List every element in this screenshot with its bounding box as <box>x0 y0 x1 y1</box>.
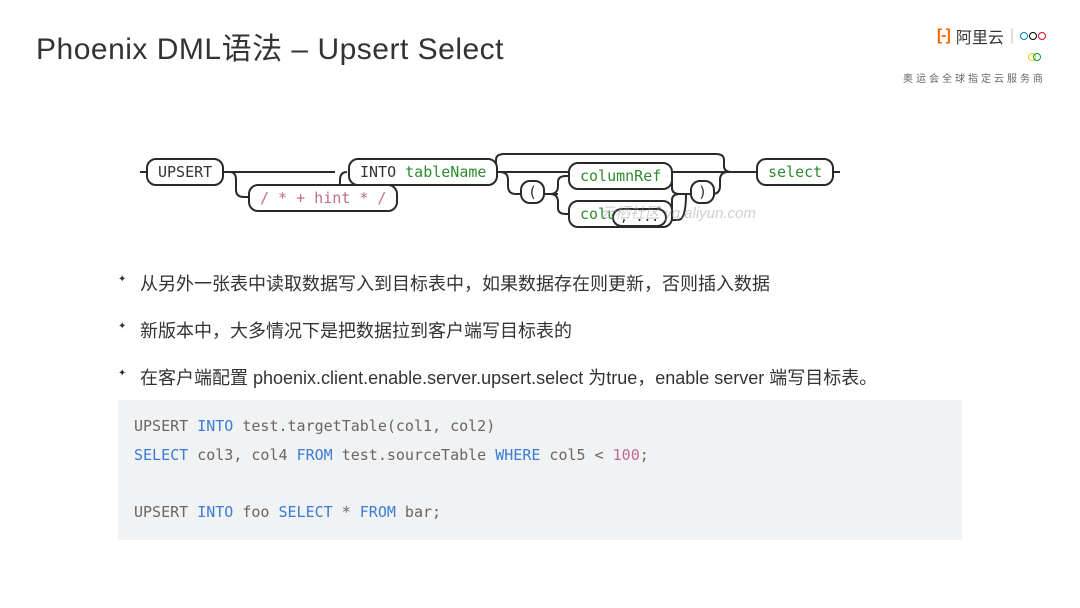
brand-name: 阿里云 <box>956 24 1004 48</box>
bullet-item: 新版本中，大多情况下是把数据拉到客户端写目标表的 <box>118 317 998 346</box>
bullet-list: 从另外一张表中读取数据写入到目标表中，如果数据存在则更新，否则插入数据 新版本中… <box>118 270 998 410</box>
page-title: Phoenix DML语法 – Upsert Select <box>36 24 504 68</box>
olympic-rings-icon <box>1020 32 1046 40</box>
brand-subtitle: 奥运会全球指定云服务商 <box>903 70 1046 85</box>
olympic-rings-bottom-icon <box>1032 49 1041 61</box>
bullet-item: 在客户端配置 phoenix.client.enable.server.upse… <box>118 364 998 393</box>
code-line: UPSERT INTO foo SELECT * FROM bar; <box>134 498 946 527</box>
node-into: INTO tableName <box>348 158 498 186</box>
node-comma: , ... <box>612 208 667 227</box>
columnref-text: columnRef <box>580 167 661 185</box>
brand-block: [-] 阿里云 | 奥运会全球指定云服务商 <box>903 24 1046 85</box>
syntax-diagram: UPSERT / * + hint * / INTO tableName ( c… <box>140 150 900 240</box>
node-columnref: columnRef <box>568 162 673 190</box>
code-line: SELECT col3, col4 FROM test.sourceTable … <box>134 441 946 470</box>
node-rparen: ) <box>690 180 715 204</box>
code-line <box>134 469 946 498</box>
code-line: UPSERT INTO test.targetTable(col1, col2) <box>134 412 946 441</box>
hint-text: / * + hint * / <box>260 189 386 207</box>
brand-logo-icon: [-] <box>937 27 950 45</box>
into-kw: INTO <box>360 163 396 181</box>
tablename-text: tableName <box>405 163 486 181</box>
brand-divider: | <box>1010 27 1014 45</box>
select-text: select <box>768 163 822 181</box>
bullet-item: 从另外一张表中读取数据写入到目标表中，如果数据存在则更新，否则插入数据 <box>118 270 998 299</box>
node-lparen: ( <box>520 180 545 204</box>
node-select: select <box>756 158 834 186</box>
code-block: UPSERT INTO test.targetTable(col1, col2)… <box>118 400 962 540</box>
node-upsert: UPSERT <box>146 158 224 186</box>
node-hint: / * + hint * / <box>248 184 398 212</box>
